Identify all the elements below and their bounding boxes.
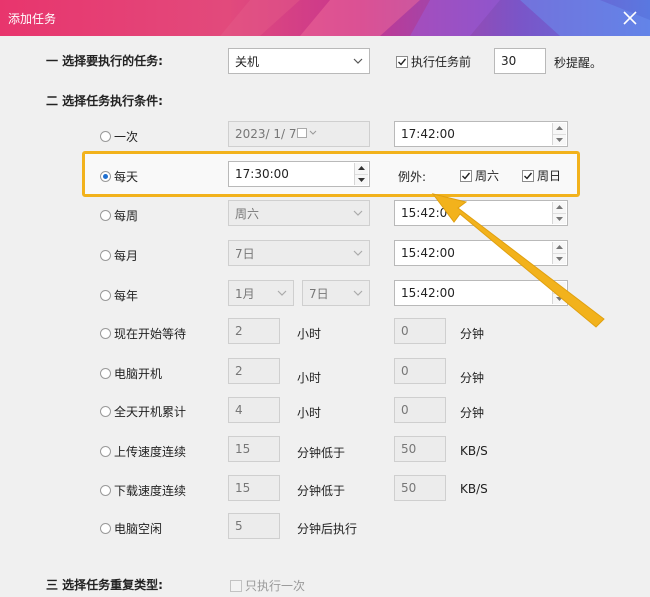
section-repeat-label: 三 选择任务重复类型:	[46, 578, 163, 592]
yearly-month-select[interactable]: 1月	[228, 280, 294, 306]
monthly-day-select[interactable]: 7日	[228, 240, 370, 266]
radio-monthly[interactable]: 每月	[100, 247, 138, 264]
time-spinner[interactable]	[552, 123, 566, 145]
radio-idle[interactable]: 电脑空闲	[100, 520, 162, 537]
cumulative-minutes-input[interactable]: 0	[394, 397, 446, 423]
spin-up-icon[interactable]	[553, 202, 566, 214]
task-select-value: 关机	[235, 54, 260, 69]
spin-down-icon[interactable]	[553, 293, 566, 304]
title-bar: 添加任务	[0, 0, 650, 36]
radio-download[interactable]: 下载速度连续	[100, 482, 186, 499]
section-task-label: 一 选择要执行的任务:	[46, 54, 163, 68]
yearly-time-input[interactable]: 15:42:00	[394, 280, 568, 306]
upload-speed-unit: KB/S	[460, 444, 488, 458]
boot-hours-input[interactable]: 2	[228, 358, 280, 384]
time-spinner[interactable]	[552, 242, 566, 264]
spin-up-icon[interactable]	[355, 163, 368, 175]
cumulative-minutes-unit: 分钟	[460, 406, 485, 420]
checkmark-icon	[522, 169, 534, 182]
window-title: 添加任务	[8, 12, 57, 26]
daily-time-input[interactable]: 17:30:00	[228, 161, 370, 187]
idle-minutes-input[interactable]: 5	[228, 513, 280, 539]
spin-down-icon[interactable]	[553, 213, 566, 224]
remind-seconds-input[interactable]: 30	[494, 48, 546, 74]
chevron-down-icon	[353, 281, 363, 305]
download-speed-unit: KB/S	[460, 482, 488, 496]
radio-yearly[interactable]: 每年	[100, 287, 138, 304]
boot-minutes-input[interactable]: 0	[394, 358, 446, 384]
radio-daily[interactable]: 每天	[100, 168, 138, 185]
cumulative-hours-unit: 小时	[297, 406, 322, 420]
spin-down-icon[interactable]	[553, 134, 566, 145]
download-speed-input[interactable]: 50	[394, 475, 446, 501]
download-minutes-unit: 分钟低于	[297, 484, 346, 498]
once-date-picker[interactable]: 2023/ 1/ 7	[228, 121, 370, 147]
checkmark-icon	[460, 169, 472, 182]
remind-label: 执行任务前	[411, 55, 472, 69]
boot-hours-unit: 小时	[297, 371, 322, 385]
yearly-day-select[interactable]: 7日	[302, 280, 370, 306]
time-spinner[interactable]	[552, 202, 566, 224]
once-time-input[interactable]: 17:42:00	[394, 121, 568, 147]
radio-once[interactable]: 一次	[100, 128, 138, 145]
spin-up-icon[interactable]	[553, 282, 566, 294]
except-label: 例外:	[398, 170, 427, 184]
upload-minutes-input[interactable]: 15	[228, 436, 280, 462]
radio-weekly[interactable]: 每周	[100, 207, 138, 224]
wait-minutes-input[interactable]: 0	[394, 318, 446, 344]
task-select[interactable]: 关机	[228, 48, 370, 74]
weekly-day-select[interactable]: 周六	[228, 200, 370, 226]
spin-up-icon[interactable]	[553, 123, 566, 135]
chevron-down-icon	[277, 281, 287, 305]
section-condition-label: 二 选择任务执行条件:	[46, 94, 163, 108]
once-only-checkbox[interactable]: 只执行一次	[230, 577, 305, 594]
download-minutes-input[interactable]: 15	[228, 475, 280, 501]
upload-speed-input[interactable]: 50	[394, 436, 446, 462]
remind-suffix: 秒提醒。	[554, 56, 603, 70]
radio-upload[interactable]: 上传速度连续	[100, 443, 186, 460]
boot-minutes-unit: 分钟	[460, 371, 485, 385]
spin-up-icon[interactable]	[553, 242, 566, 254]
radio-boot[interactable]: 电脑开机	[100, 365, 162, 382]
calendar-dropdown-icon	[296, 127, 317, 141]
radio-cumulative[interactable]: 全天开机累计	[100, 403, 186, 420]
time-spinner[interactable]	[552, 282, 566, 304]
title-bar-decoration	[220, 0, 650, 36]
time-spinner[interactable]	[354, 163, 368, 185]
spin-down-icon[interactable]	[553, 253, 566, 264]
cumulative-hours-input[interactable]: 4	[228, 397, 280, 423]
wait-minutes-unit: 分钟	[460, 327, 485, 341]
except-saturday-checkbox[interactable]: 周六	[460, 167, 499, 184]
close-icon	[623, 11, 637, 25]
remind-checkbox[interactable]: 执行任务前	[396, 53, 471, 70]
wait-hours-unit: 小时	[297, 327, 322, 341]
wait-hours-input[interactable]: 2	[228, 318, 280, 344]
chevron-down-icon	[353, 201, 363, 225]
chevron-down-icon	[353, 241, 363, 265]
weekly-time-input[interactable]: 15:42:00	[394, 200, 568, 226]
spin-down-icon[interactable]	[355, 174, 368, 185]
monthly-time-input[interactable]: 15:42:00	[394, 240, 568, 266]
close-button[interactable]	[618, 6, 642, 30]
except-sunday-checkbox[interactable]: 周日	[522, 167, 561, 184]
idle-minutes-unit: 分钟后执行	[297, 522, 358, 536]
upload-minutes-unit: 分钟低于	[297, 446, 346, 460]
checkmark-icon	[396, 55, 408, 68]
radio-wait[interactable]: 现在开始等待	[100, 325, 186, 342]
chevron-down-icon	[353, 49, 363, 73]
